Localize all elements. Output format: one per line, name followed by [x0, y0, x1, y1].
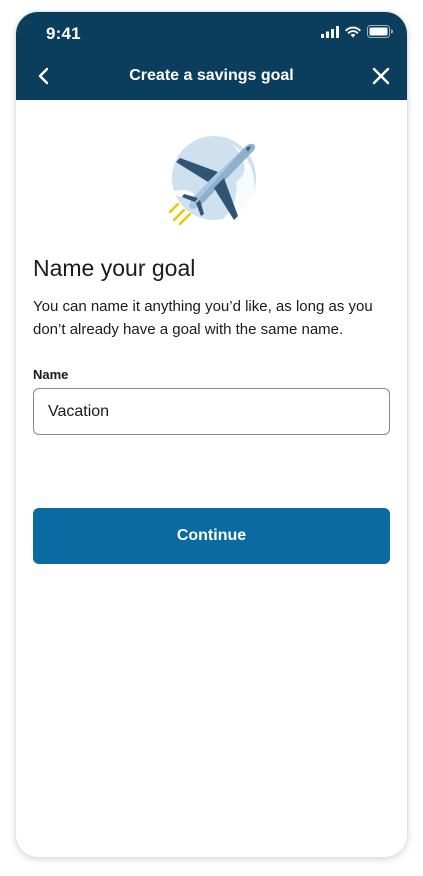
goal-description: You can name it anything you’d like, as … [33, 298, 373, 338]
goal-heading: Name your goal [33, 255, 196, 281]
chevron-left-icon [37, 67, 51, 90]
page-title: Create a savings goal [129, 67, 294, 84]
wifi-icon [345, 25, 361, 43]
status-icons [321, 25, 393, 43]
close-icon [372, 67, 390, 90]
signal-icon [321, 25, 339, 43]
continue-button[interactable]: Continue [33, 508, 390, 564]
name-field-label: Name [33, 367, 69, 382]
nav-bar: Create a savings goal [16, 56, 407, 100]
back-button[interactable] [30, 64, 58, 92]
status-bar: 9:41 [16, 12, 407, 56]
app-header: 9:41 Create a savings goal [16, 12, 407, 100]
goal-name-input[interactable] [33, 388, 390, 435]
phone-frame: 9:41 Create a savings goal Name your goa… [16, 12, 407, 857]
airplane-icon [162, 132, 262, 228]
close-button[interactable] [367, 64, 395, 92]
status-time: 9:41 [46, 24, 81, 43]
battery-icon [367, 25, 393, 43]
